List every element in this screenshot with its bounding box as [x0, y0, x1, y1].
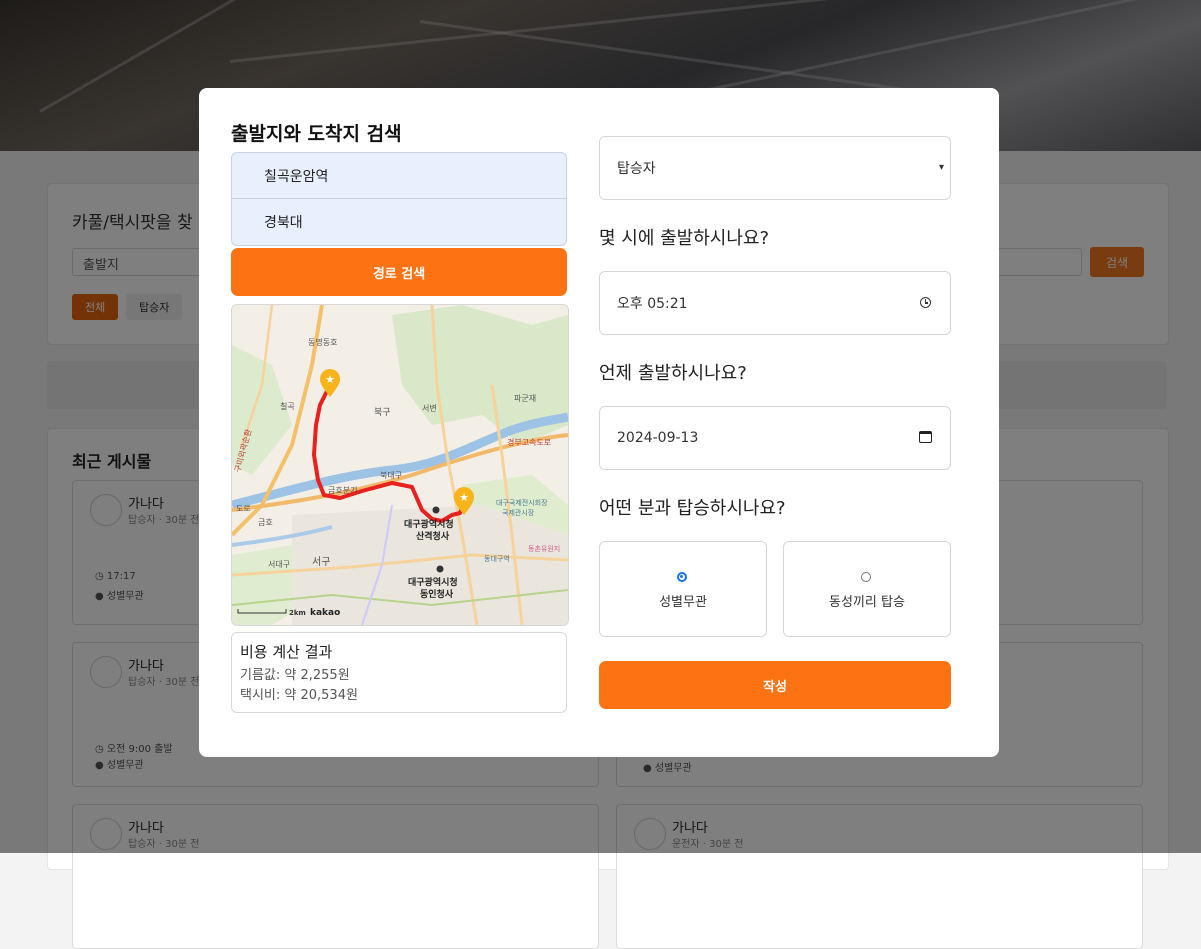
- role-select-value: 탑승자: [617, 161, 656, 177]
- clock-icon[interactable]: [920, 297, 931, 308]
- map-label: 북구: [374, 407, 391, 418]
- map-label: 대구국제전시회장: [496, 498, 548, 507]
- calendar-icon[interactable]: [919, 431, 932, 443]
- route-search-button[interactable]: 경로 검색: [231, 248, 567, 296]
- map-label: 서대구: [268, 560, 290, 569]
- start-location-input[interactable]: 칠곡운암역: [231, 152, 567, 199]
- map-label: 국제관시장: [502, 508, 535, 517]
- map-label: 대구광역시청: [404, 518, 454, 530]
- map-canvas: ★ ★ 동명동호 칠곡 북구 서변 파군재 경부고속도로 구미외곽순환 금호분기…: [232, 305, 568, 625]
- gender-option-any[interactable]: 성별무관: [599, 541, 767, 637]
- role-select[interactable]: 탑승자 ▾: [599, 136, 951, 200]
- date-input[interactable]: 2024-09-13: [599, 406, 951, 470]
- time-question: 몇 시에 출발하시나요?: [599, 228, 770, 249]
- option-label: 동성끼리 탑승: [829, 595, 905, 610]
- map-label: 동대구역: [484, 554, 510, 563]
- end-location-input[interactable]: 경북대: [231, 199, 567, 246]
- map-label: 도로: [236, 504, 251, 513]
- map-label: 산격청사: [416, 530, 450, 542]
- option-label: 성별무관: [659, 595, 707, 610]
- map-label: 파군재: [514, 394, 536, 403]
- submit-button[interactable]: 작성: [599, 661, 951, 709]
- chevron-down-icon: ▾: [938, 162, 944, 173]
- radio-unselected[interactable]: [861, 572, 871, 582]
- radio-selected[interactable]: [677, 572, 687, 582]
- map-label: 금호분기: [328, 486, 357, 495]
- svg-text:★: ★: [459, 491, 469, 504]
- map-label: 대구광역시청: [408, 576, 458, 588]
- cost-result: 비용 계산 결과 기름값: 약 2,255원 택시비: 약 20,534원: [231, 632, 567, 713]
- fuel-cost: 기름값: 약 2,255원: [240, 668, 350, 683]
- map-label: 동촌유원지: [528, 544, 560, 553]
- time-input[interactable]: 오후 05:21: [599, 271, 951, 335]
- cost-title: 비용 계산 결과: [240, 643, 333, 661]
- time-value: 오후 05:21: [617, 296, 688, 312]
- modal-title: 출발지와 도착지 검색: [231, 123, 402, 145]
- map-label: 금호: [258, 518, 273, 527]
- kakao-logo: kakao: [310, 608, 340, 618]
- taxi-cost: 택시비: 약 20,534원: [240, 688, 358, 703]
- create-post-modal: 출발지와 도착지 검색 칠곡운암역 경북대 경로 검색 ★ ★ 동명동호 칠곡 …: [199, 88, 999, 757]
- route-map[interactable]: ★ ★ 동명동호 칠곡 북구 서변 파군재 경부고속도로 구미외곽순환 금호분기…: [231, 304, 569, 626]
- map-label: 서구: [312, 556, 330, 568]
- map-label: 동명동호: [308, 337, 337, 347]
- map-label: 동인청사: [420, 588, 454, 600]
- svg-text:★: ★: [325, 373, 335, 386]
- map-scale: 2km: [289, 609, 306, 617]
- date-question: 언제 출발하시나요?: [599, 363, 747, 384]
- map-label: 경부고속도로: [507, 437, 551, 447]
- date-value: 2024-09-13: [617, 430, 699, 446]
- map-label: 칠곡: [280, 402, 295, 411]
- map-label: 북대구: [380, 471, 402, 480]
- map-label: 서변: [422, 403, 437, 413]
- gender-question: 어떤 분과 탑승하시나요?: [599, 498, 786, 519]
- gender-option-same[interactable]: 동성끼리 탑승: [783, 541, 951, 637]
